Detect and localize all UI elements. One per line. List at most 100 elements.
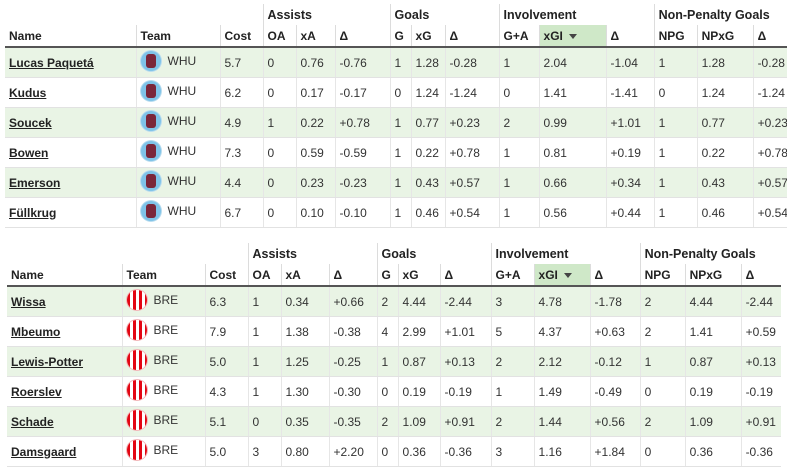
delta-goals-cell: -0.36 <box>439 436 492 467</box>
col-delta-npg[interactable]: Δ <box>740 264 782 287</box>
g-cell: 0 <box>376 376 399 407</box>
delta-assists-cell: +2.20 <box>328 436 378 467</box>
player-link[interactable]: Lewis-Potter <box>11 355 83 369</box>
delta-involvement-cell: +1.84 <box>589 436 641 467</box>
xa-cell: 0.80 <box>280 436 329 467</box>
g-cell: 4 <box>376 316 399 347</box>
col-xgi[interactable]: xGI <box>538 25 607 48</box>
player-link[interactable]: Roerslev <box>11 385 62 399</box>
col-xgi[interactable]: xGI <box>533 264 591 287</box>
col-npxg[interactable]: NPxG <box>696 25 754 48</box>
player-link[interactable]: Schade <box>11 415 54 429</box>
delta-involvement-cell: -0.12 <box>589 346 641 377</box>
col-name[interactable]: Name <box>5 25 136 48</box>
cost-cell: 5.0 <box>204 436 248 467</box>
player-name-cell[interactable]: Lucas Paquetá <box>5 47 136 78</box>
delta-goals-cell: +0.13 <box>439 346 492 377</box>
oa-cell: 0 <box>262 77 296 108</box>
col-xa[interactable]: xA <box>280 264 329 287</box>
g-cell: 2 <box>376 406 399 437</box>
col-delta-goals[interactable]: Δ <box>444 25 500 48</box>
col-xa[interactable]: xA <box>295 25 335 48</box>
player-link[interactable]: Füllkrug <box>9 206 56 220</box>
table-row: Lucas Paquetá WHU 5.7 0 0.76 -0.76 1 1.2… <box>5 47 787 78</box>
player-name-cell[interactable]: Emerson <box>5 167 136 198</box>
col-npxg[interactable]: NPxG <box>684 264 742 287</box>
brentford-crest-icon <box>126 350 147 370</box>
team-cell: BRE <box>121 346 205 377</box>
col-npg[interactable]: NPG <box>639 264 686 287</box>
col-cost[interactable]: Cost <box>204 264 248 287</box>
xg-cell: 0.87 <box>397 346 441 377</box>
delta-npg-cell: -0.36 <box>740 436 782 467</box>
npg-cell: 1 <box>639 346 686 377</box>
xa-cell: 0.34 <box>280 286 329 317</box>
player-link[interactable]: Mbeumo <box>11 325 60 339</box>
ga-cell: 2 <box>490 346 535 377</box>
sort-desc-icon <box>563 272 572 278</box>
player-name-cell[interactable]: Füllkrug <box>5 197 136 228</box>
delta-npg-cell: +0.57 <box>752 167 787 198</box>
npxg-cell: 0.87 <box>684 346 742 377</box>
delta-assists-cell: -0.30 <box>328 376 378 407</box>
col-name[interactable]: Name <box>7 264 122 287</box>
player-name-cell[interactable]: Schade <box>7 406 122 437</box>
col-delta-npg[interactable]: Δ <box>752 25 787 48</box>
table-row: Soucek WHU 4.9 1 0.22 +0.78 1 0.77 +0.23… <box>5 107 787 138</box>
col-delta-assists[interactable]: Δ <box>328 264 378 287</box>
player-name-cell[interactable]: Mbeumo <box>7 316 122 347</box>
delta-involvement-cell: -1.41 <box>605 77 655 108</box>
group-spacer <box>5 4 263 25</box>
col-g[interactable]: G <box>389 25 412 48</box>
player-link[interactable]: Kudus <box>9 86 46 100</box>
cost-cell: 5.1 <box>204 406 248 437</box>
xg-cell: 1.09 <box>397 406 441 437</box>
col-oa[interactable]: OA <box>262 25 296 48</box>
player-link[interactable]: Emerson <box>9 176 60 190</box>
group-involvement: Involvement <box>490 243 641 264</box>
player-name-cell[interactable]: Lewis-Potter <box>7 346 122 377</box>
player-link[interactable]: Bowen <box>9 146 48 160</box>
npxg-cell: 0.36 <box>684 436 742 467</box>
col-delta-involvement[interactable]: Δ <box>605 25 655 48</box>
col-oa[interactable]: OA <box>247 264 281 287</box>
col-npg[interactable]: NPG <box>653 25 698 48</box>
player-name-cell[interactable]: Kudus <box>5 77 136 108</box>
delta-assists-cell: -0.10 <box>334 197 391 228</box>
col-ga[interactable]: G+A <box>498 25 540 48</box>
cost-cell: 5.7 <box>219 47 263 78</box>
col-delta-involvement[interactable]: Δ <box>589 264 641 287</box>
col-g[interactable]: G <box>376 264 399 287</box>
player-name-cell[interactable]: Bowen <box>5 137 136 168</box>
col-xg[interactable]: xG <box>397 264 441 287</box>
player-name-cell[interactable]: Soucek <box>5 107 136 138</box>
oa-cell: 3 <box>247 436 281 467</box>
col-team[interactable]: Team <box>135 25 220 48</box>
ga-cell: 3 <box>490 436 535 467</box>
player-name-cell[interactable]: Wissa <box>7 286 122 317</box>
col-cost[interactable]: Cost <box>219 25 263 48</box>
ga-cell: 1 <box>498 167 540 198</box>
team-cell: WHU <box>135 137 220 168</box>
delta-npg-cell: +0.59 <box>740 316 782 347</box>
col-ga[interactable]: G+A <box>490 264 535 287</box>
col-xg[interactable]: xG <box>410 25 446 48</box>
player-link[interactable]: Wissa <box>11 295 46 309</box>
delta-involvement-cell: +0.63 <box>589 316 641 347</box>
col-delta-goals[interactable]: Δ <box>439 264 492 287</box>
player-name-cell[interactable]: Damsgaard <box>7 436 122 467</box>
player-link[interactable]: Lucas Paquetá <box>9 56 94 70</box>
npg-cell: 2 <box>639 316 686 347</box>
delta-goals-cell: +1.01 <box>439 316 492 347</box>
col-team[interactable]: Team <box>121 264 205 287</box>
delta-goals-cell: +0.57 <box>444 167 500 198</box>
delta-goals-cell: -0.19 <box>439 376 492 407</box>
delta-involvement-cell: -1.78 <box>589 286 641 317</box>
player-link[interactable]: Soucek <box>9 116 52 130</box>
delta-npg-cell: +0.78 <box>752 137 787 168</box>
player-name-cell[interactable]: Roerslev <box>7 376 122 407</box>
npxg-cell: 0.19 <box>684 376 742 407</box>
ga-cell: 3 <box>490 286 535 317</box>
player-link[interactable]: Damsgaard <box>11 445 76 459</box>
col-delta-assists[interactable]: Δ <box>334 25 391 48</box>
